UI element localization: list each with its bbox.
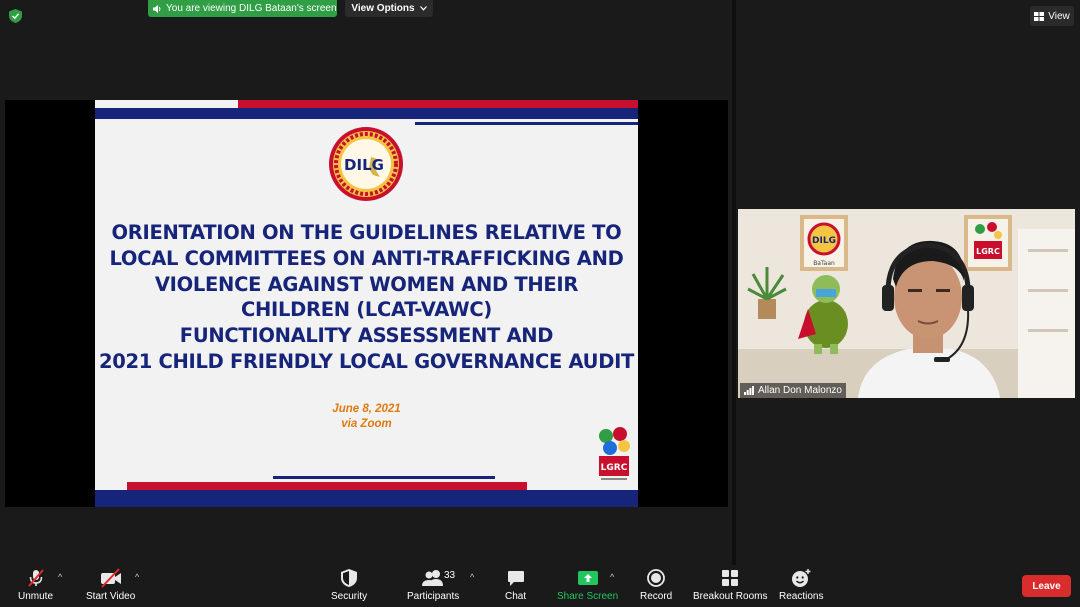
chevron-down-icon: [419, 6, 427, 11]
security-label: Security: [331, 591, 368, 602]
panel-divider[interactable]: [732, 0, 736, 565]
video-camera-off-icon: [100, 568, 121, 588]
slide-date-block: June 8, 2021 via Zoom: [95, 402, 638, 432]
share-screen-icon: [577, 571, 598, 585]
participant-video-tile[interactable]: DILG BaTaan LGRC: [738, 209, 1075, 398]
unmute-button[interactable]: Unmute: [18, 568, 53, 602]
breakout-rooms-button[interactable]: Breakout Rooms: [693, 568, 767, 602]
slide-title-line: FUNCTIONALITY ASSESSMENT AND: [179, 324, 554, 348]
chat-button[interactable]: Chat: [505, 568, 526, 602]
record-button[interactable]: Record: [640, 568, 672, 602]
record-icon: [647, 569, 666, 587]
share-screen-label: Share Screen: [557, 591, 619, 602]
slide-bottom-navy-bar: [95, 490, 638, 507]
reactions-smiley-icon: [792, 569, 811, 587]
record-label: Record: [640, 591, 673, 602]
encryption-shield-icon[interactable]: [9, 9, 22, 23]
speaker-icon: [153, 4, 161, 13]
chat-label: Chat: [505, 591, 527, 602]
security-shield-icon: [341, 569, 358, 587]
security-button[interactable]: Security: [331, 568, 367, 602]
slide-title-line: LOCAL COMMITTEES ON ANTI-TRAFFICKING AND: [109, 246, 624, 270]
participant-name: Allan Don Malonzo: [758, 385, 842, 396]
lgrc-logo: LGRC: [599, 427, 630, 480]
signal-strength-icon: [744, 386, 754, 395]
leave-button[interactable]: Leave: [1022, 575, 1071, 597]
participant-count-badge: 33: [444, 570, 456, 581]
bg-dilg-logo-text: DILG: [812, 236, 836, 246]
view-layout-label: View: [1048, 10, 1070, 22]
slide-top-navy-bar: [95, 108, 638, 119]
breakout-rooms-icon: [722, 570, 739, 586]
grid-view-icon: [1034, 11, 1045, 21]
chat-bubble-icon: [507, 571, 524, 586]
start-video-button[interactable]: Start Video: [86, 568, 135, 602]
view-layout-button[interactable]: View: [1030, 6, 1074, 26]
participants-icon: [422, 570, 444, 586]
slide-title-line: VIOLENCE AGAINST WOMEN AND THEIR: [154, 272, 579, 296]
participants-options-caret[interactable]: ^: [470, 572, 474, 582]
dilg-logo-text: DILG: [344, 156, 384, 174]
audio-options-caret[interactable]: ^: [58, 572, 62, 582]
reactions-label: Reactions: [779, 591, 824, 602]
slide-title-line: 2021 CHILD FRIENDLY LOCAL GOVERNANCE AUD…: [98, 349, 635, 373]
participants-label: Participants: [407, 591, 460, 602]
share-screen-options-caret[interactable]: ^: [610, 572, 614, 582]
unmute-label: Unmute: [18, 591, 54, 602]
microphone-muted-icon: [27, 569, 44, 587]
slide-bottom-thin-bar: [273, 476, 495, 479]
breakout-rooms-label: Breakout Rooms: [693, 591, 768, 602]
slide-title: ORIENTATION ON THE GUIDELINES RELATIVE T…: [95, 220, 638, 375]
participant-name-tag: Allan Don Malonzo: [740, 383, 846, 398]
bg-dilg-logo-sub: BaTaan: [813, 260, 835, 267]
slide-date: June 8, 2021: [332, 403, 401, 415]
meeting-toolbar: [0, 565, 1080, 607]
start-video-label: Start Video: [86, 591, 136, 602]
view-options-label: View Options: [351, 3, 415, 14]
slide-top-thin-bar: [415, 122, 638, 125]
slide-bottom-red-bar: [127, 482, 527, 490]
presentation-slide: DILG ORIENTATION ON THE GUIDELINES RELAT…: [95, 100, 638, 507]
slide-title-line: ORIENTATION ON THE GUIDELINES RELATIVE T…: [111, 221, 622, 244]
viewing-screen-text: You are viewing DILG Bataan's screen: [166, 3, 337, 14]
dilg-seal-logo: DILG: [329, 127, 403, 201]
leave-label: Leave: [1032, 580, 1061, 592]
viewing-screen-banner: You are viewing DILG Bataan's screen: [148, 0, 337, 17]
lgrc-logo-text: LGRC: [601, 463, 628, 473]
slide-via: via Zoom: [341, 418, 392, 430]
slide-top-red-bar: [238, 100, 638, 108]
share-screen-button[interactable]: Share Screen: [557, 568, 618, 602]
view-options-button[interactable]: View Options: [345, 0, 433, 17]
slide-title-line: CHILDREN (LCAT-VAWC): [241, 298, 492, 322]
reactions-button[interactable]: Reactions: [779, 568, 823, 602]
participant-video-feed: DILG BaTaan LGRC: [738, 209, 1075, 398]
video-options-caret[interactable]: ^: [135, 572, 139, 582]
bg-lgrc-logo-text: LGRC: [976, 247, 1000, 256]
